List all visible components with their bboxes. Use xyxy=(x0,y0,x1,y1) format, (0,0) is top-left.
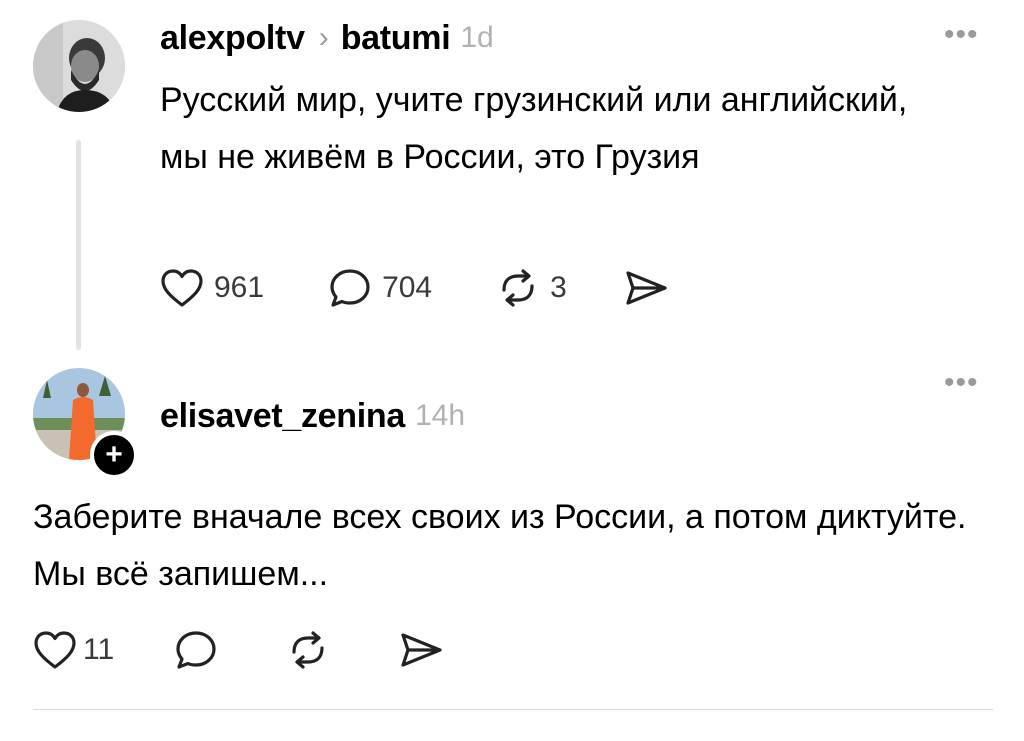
comment-bubble-icon xyxy=(176,631,216,669)
reply-repost-button[interactable] xyxy=(286,630,330,670)
reply-like-button[interactable]: 11 xyxy=(33,630,114,670)
like-count: 961 xyxy=(214,271,265,304)
reply-share-button[interactable] xyxy=(398,630,444,670)
avatar-photo-icon xyxy=(33,20,125,112)
post-actions: 961 704 3 xyxy=(160,266,669,310)
comment-button[interactable]: 704 xyxy=(328,267,432,309)
reply-header: elisavet_zenina 14h xyxy=(160,394,465,438)
heart-icon xyxy=(34,631,76,669)
post-username[interactable]: alexpoltv xyxy=(160,19,305,58)
repost-count: 3 xyxy=(550,271,567,304)
repost-button[interactable]: 3 xyxy=(496,268,567,308)
reply-text: Заберите вначале всех своих из России, а… xyxy=(33,498,967,593)
comment-count: 704 xyxy=(382,271,433,304)
reply-time: 14h xyxy=(414,399,466,432)
post-topic[interactable]: batumi xyxy=(341,19,451,58)
send-icon xyxy=(626,271,667,305)
repost-arrows-icon xyxy=(502,269,534,307)
post-header: alexpoltv › batumi 1d xyxy=(160,16,494,60)
post-time: 1d xyxy=(460,21,494,54)
chevron-right-icon: › xyxy=(318,21,329,54)
repost-arrows-icon xyxy=(292,631,324,669)
author-avatar[interactable] xyxy=(33,20,125,112)
post-text: Русский мир, учите грузинский или англий… xyxy=(160,81,908,176)
divider xyxy=(33,709,993,710)
like-button[interactable]: 961 xyxy=(160,268,264,308)
comment-bubble-icon xyxy=(330,269,370,307)
share-button[interactable] xyxy=(623,268,669,308)
send-icon xyxy=(401,633,442,667)
reply-actions: 11 xyxy=(33,628,444,672)
reply-more-button[interactable]: ••• xyxy=(944,368,979,398)
reply-comment-button[interactable] xyxy=(174,629,218,671)
post-more-button[interactable]: ••• xyxy=(944,20,979,50)
reply-username[interactable]: elisavet_zenina xyxy=(160,397,405,436)
heart-icon xyxy=(161,269,203,307)
follow-plus-button[interactable]: + xyxy=(90,431,138,479)
thread-line xyxy=(76,140,81,350)
reply-like-count: 11 xyxy=(83,633,115,666)
